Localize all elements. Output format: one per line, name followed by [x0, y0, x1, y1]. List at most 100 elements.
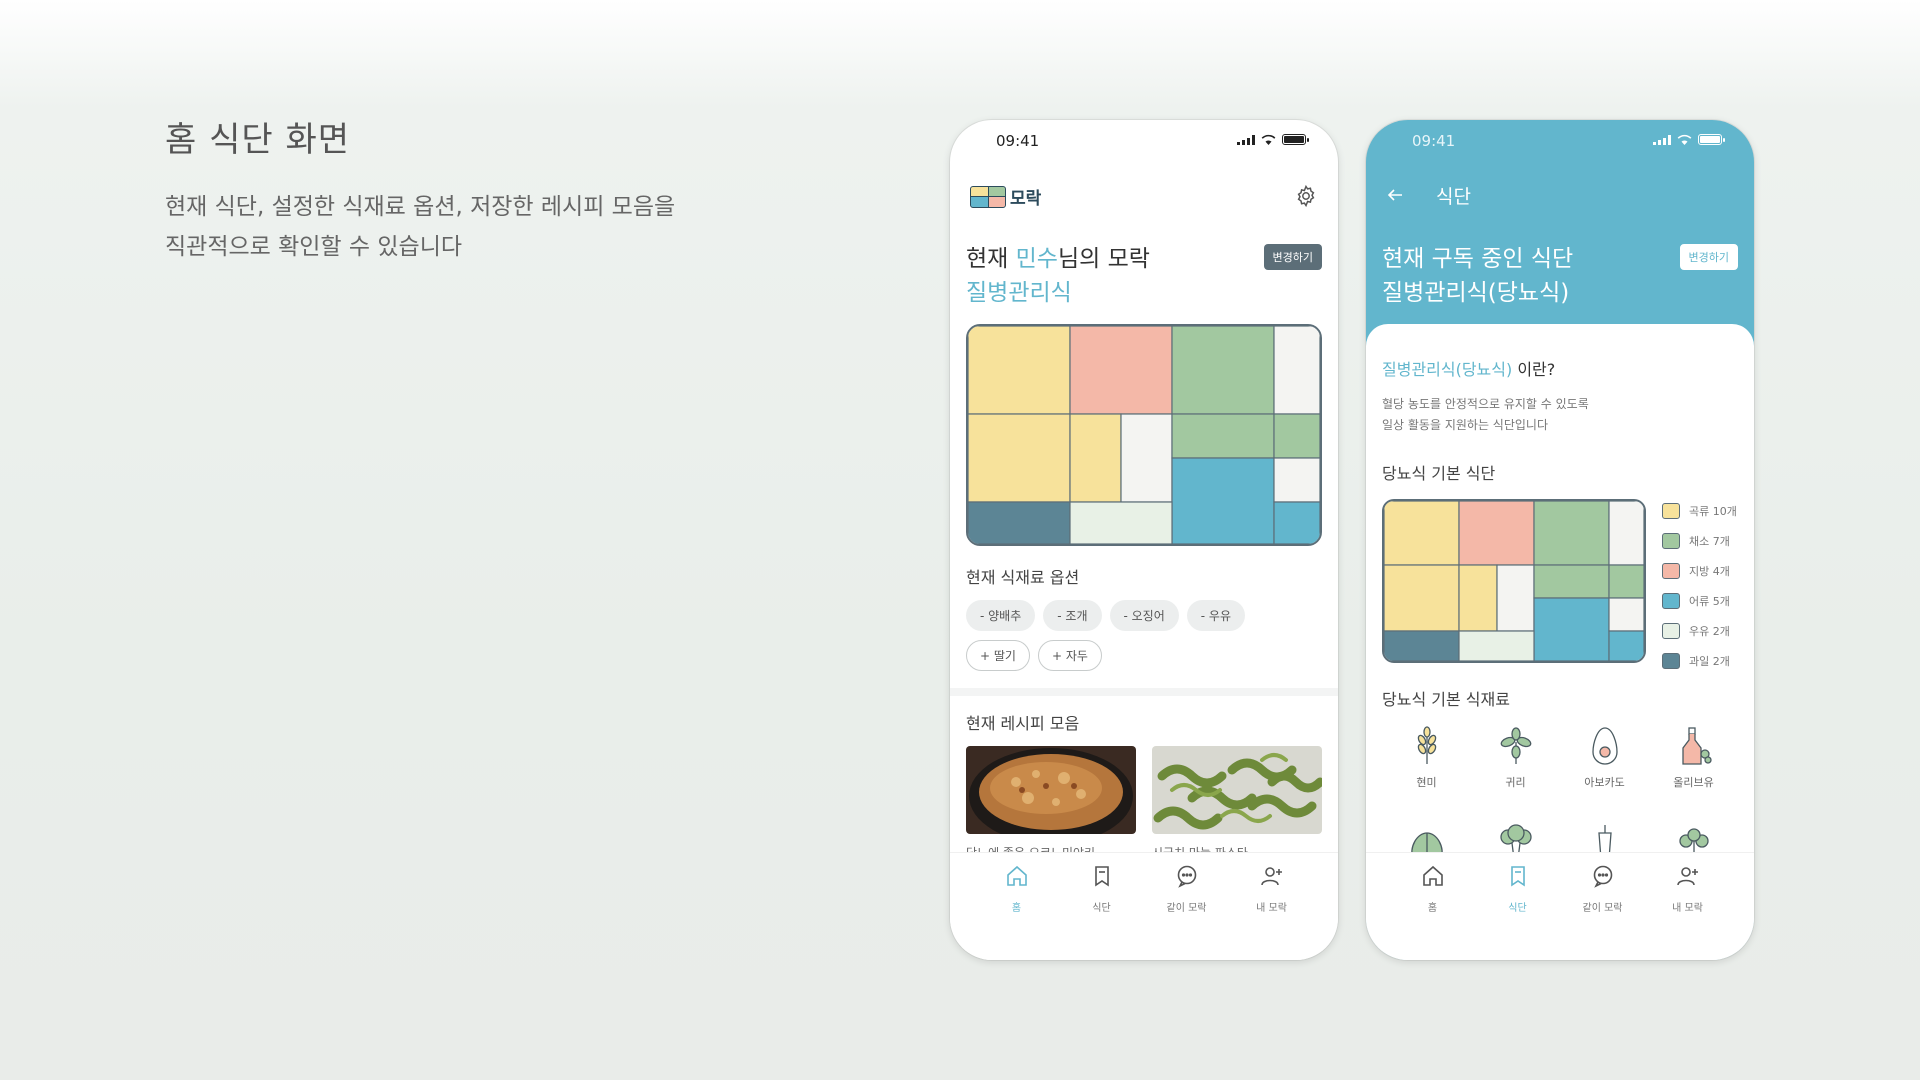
logo-text: 모락	[1010, 189, 1042, 209]
tab-my[interactable]: 내 모락	[1653, 863, 1723, 960]
user-plus-icon	[1676, 867, 1698, 886]
legend-label: 곡류 10개	[1689, 505, 1737, 518]
base-ingredients-title: 당뇨식 기본 식재료	[1382, 690, 1510, 709]
olive-oil-icon	[1681, 727, 1712, 765]
added-option-chip[interactable]: + 딸기	[966, 640, 1030, 671]
tab-home[interactable]: 홈	[982, 863, 1052, 960]
status-time: 09:41	[996, 132, 1040, 150]
tab-together[interactable]: 같이 모락	[1568, 863, 1638, 960]
home-icon	[1422, 865, 1443, 886]
intro-title: 홈 식단 화면	[165, 120, 351, 160]
tab-together[interactable]: 같이 모락	[1152, 863, 1222, 960]
battery-icon	[1282, 134, 1309, 145]
bottom-tab-bar: 홈 식단 같이 모락 내 모락	[1366, 852, 1754, 960]
tab-label: 홈	[1011, 903, 1022, 914]
ingredient-item[interactable]: 귀리	[1481, 724, 1551, 790]
added-option-chip[interactable]: + 자두	[1037, 640, 1102, 671]
oat-icon	[1500, 727, 1531, 764]
question-accent: 질병관리식(당뇨식)	[1382, 360, 1513, 379]
tab-label: 식단	[1508, 903, 1527, 914]
chat-bubble-icon	[1177, 865, 1196, 888]
logo-mark-icon	[970, 185, 1006, 208]
tab-my[interactable]: 내 모락	[1237, 863, 1307, 960]
legend-item: 어류 5개	[1662, 586, 1737, 616]
legend-label: 과일 2개	[1689, 655, 1730, 668]
app-logo: 모락	[970, 184, 1041, 209]
desc-line-2: 일상 활동을 지원하는 식단입니다	[1382, 418, 1549, 432]
ingredient-item[interactable]: 올리브유	[1659, 724, 1729, 790]
wifi-icon	[1261, 134, 1276, 145]
diet-question: 질병관리식(당뇨식) 이란?	[1382, 356, 1555, 380]
legend-item: 곡류 10개	[1662, 496, 1737, 526]
legend-label: 지방 4개	[1689, 565, 1730, 578]
ingredient-label: 아보카도	[1584, 776, 1625, 789]
recipe-card[interactable]: 당뇨에 좋은 오코노미야키	[966, 746, 1136, 861]
tab-label: 같이 모락	[1166, 903, 1207, 914]
added-ingredient-options: + 딸기 + 자두	[966, 640, 1102, 671]
legend-label: 어류 5개	[1689, 595, 1730, 608]
title-line-2: 질병관리식(당뇨식)	[1382, 280, 1570, 306]
ingredient-label: 귀리	[1505, 776, 1526, 789]
legend-item: 우유 2개	[1662, 616, 1737, 646]
current-diet-name: 질병관리식	[966, 280, 1072, 306]
chat-bubble-icon	[1593, 865, 1612, 888]
tab-diet[interactable]: 식단	[1483, 863, 1553, 960]
ingredient-label: 올리브유	[1673, 776, 1714, 789]
title-suffix: 님의 모락	[1057, 246, 1150, 272]
intro-description: 현재 식단, 설정한 식재료 옵션, 저장한 레시피 모음을 직관적으로 확인할…	[165, 187, 675, 267]
change-diet-button[interactable]: 변경하기	[1263, 244, 1322, 270]
status-time: 09:41	[1412, 132, 1456, 150]
bookmark-icon	[1510, 866, 1525, 887]
screen-header-title: 식단	[1436, 186, 1471, 208]
ingredient-item[interactable]: 아보카도	[1570, 724, 1640, 790]
status-bar: 09:41	[950, 120, 1338, 164]
bottom-tab-bar: 홈 식단 같이 모락 내 모락	[950, 852, 1338, 960]
meal-plan-grid	[966, 324, 1322, 546]
user-plus-icon	[1260, 867, 1282, 886]
legend-item: 과일 2개	[1662, 646, 1737, 676]
legend-swatch	[1662, 623, 1680, 639]
title-prefix: 현재	[966, 246, 1016, 272]
legend-item: 채소 7개	[1662, 526, 1737, 556]
user-name: 민수	[1015, 246, 1058, 272]
recipe-card[interactable]: 시금치 마늘 파스타	[1152, 746, 1322, 861]
base-diet-title: 당뇨식 기본 식단	[1382, 464, 1496, 483]
subscribed-diet-title: 현재 구독 중인 식단 질병관리식(당뇨식)	[1382, 242, 1573, 310]
option-chip[interactable]: - 우유	[1186, 600, 1245, 631]
intro-desc-line-2: 직관적으로 확인할 수 있습니다	[165, 234, 463, 260]
intro-section: 홈 식단 화면 현재 식단, 설정한 식재료 옵션, 저장한 레시피 모음을 직…	[165, 112, 675, 267]
base-diet-grid	[1382, 499, 1646, 663]
tab-label: 홈	[1427, 903, 1438, 914]
ingredient-label: 현미	[1416, 776, 1437, 789]
legend-item: 지방 4개	[1662, 556, 1737, 586]
legend-swatch	[1662, 563, 1680, 579]
section-divider	[950, 688, 1338, 696]
recipes-section-title: 현재 레시피 모음	[966, 714, 1080, 733]
tab-home[interactable]: 홈	[1398, 863, 1468, 960]
ingredient-item[interactable]: 현미	[1392, 724, 1462, 790]
home-icon	[1006, 865, 1027, 886]
signal-icon	[1653, 135, 1671, 145]
legend-swatch	[1662, 533, 1680, 549]
tab-label: 같이 모락	[1582, 903, 1623, 914]
base-diet-grid-graphic	[1384, 501, 1644, 661]
change-diet-button[interactable]: 변경하기	[1679, 244, 1738, 270]
desc-line-1: 혈당 농도를 안정적으로 유지할 수 있도록	[1382, 397, 1589, 411]
tab-diet[interactable]: 식단	[1067, 863, 1137, 960]
battery-icon	[1698, 134, 1725, 145]
back-arrow-icon[interactable]	[1386, 186, 1404, 204]
intro-desc-line-1: 현재 식단, 설정한 식재료 옵션, 저장한 레시피 모음을	[165, 194, 676, 220]
diet-description: 혈당 농도를 안정적으로 유지할 수 있도록 일상 활동을 지원하는 식단입니다	[1382, 394, 1589, 436]
option-chip[interactable]: - 오징어	[1109, 600, 1179, 631]
legend-label: 우유 2개	[1689, 625, 1730, 638]
recipe-list: 당뇨에 좋은 오코노미야키 시금치 마늘 파스타	[966, 746, 1322, 861]
home-title: 현재 민수님의 모락 질병관리식	[966, 242, 1150, 310]
settings-gear-icon[interactable]	[1294, 184, 1318, 208]
tab-label: 내 모락	[1672, 903, 1703, 914]
wifi-icon	[1677, 134, 1692, 145]
legend-swatch	[1662, 503, 1680, 519]
option-chip[interactable]: - 조개	[1043, 600, 1102, 631]
option-chip[interactable]: - 양배추	[966, 600, 1036, 631]
legend-swatch	[1662, 653, 1680, 669]
ingredient-icons-row: 현미 귀리 아보카도 올리브유	[1366, 724, 1754, 790]
